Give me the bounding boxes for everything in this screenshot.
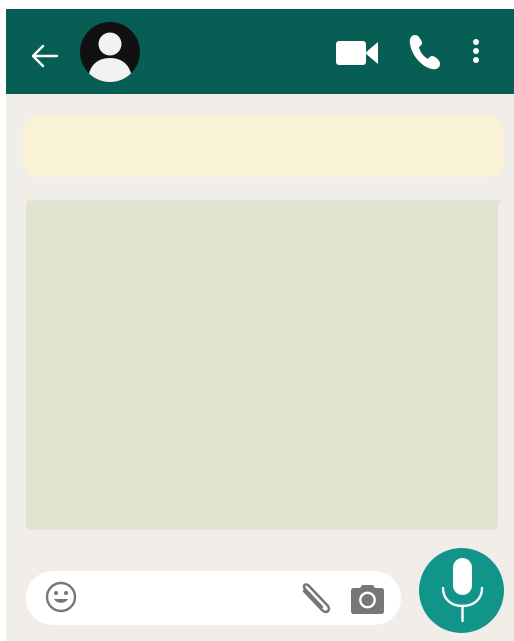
notice-bubble	[23, 116, 504, 177]
chat-screen	[0, 0, 514, 641]
microphone-icon	[441, 558, 484, 623]
more-vertical-icon	[473, 39, 479, 63]
paperclip-icon	[302, 583, 331, 614]
phone-icon	[409, 35, 440, 70]
message-bubble	[26, 200, 498, 530]
more-options-button[interactable]	[469, 38, 483, 66]
arrow-left-icon	[31, 44, 59, 68]
back-button[interactable]	[27, 41, 61, 71]
emoji-button[interactable]	[44, 580, 78, 614]
video-call-icon	[336, 41, 378, 65]
camera-icon	[351, 585, 384, 614]
phone-call-button[interactable]	[407, 32, 443, 72]
emoji-icon	[45, 581, 77, 613]
message-input[interactable]	[88, 582, 290, 616]
attach-button[interactable]	[297, 578, 335, 618]
contact-avatar-icon	[80, 22, 140, 82]
video-call-button[interactable]	[335, 38, 379, 68]
voice-message-button[interactable]	[419, 548, 504, 633]
contact-avatar[interactable]	[80, 22, 140, 82]
camera-button[interactable]	[350, 583, 385, 614]
message-bubble-tail	[490, 200, 502, 220]
